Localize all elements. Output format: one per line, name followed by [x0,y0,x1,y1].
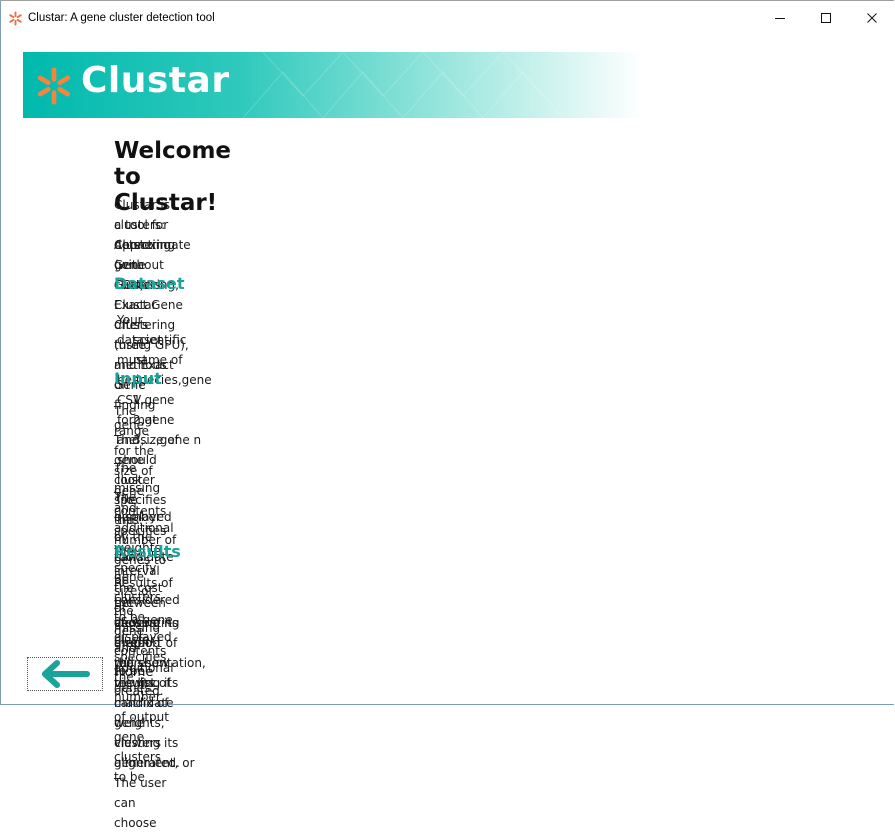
results-heading: Results [114,542,181,561]
back-button[interactable] [27,657,103,691]
logo-wordmark: Clustar [81,60,230,101]
clustar-logo-icon [9,11,22,26]
title-bar[interactable]: Clustar: A gene cluster detection tool [1,1,895,35]
close-button[interactable] [849,1,895,35]
header-banner: Clustar [23,52,643,118]
minimize-icon [775,18,785,19]
results-line: generating a report of the results. [114,616,180,690]
clustar-logo-icon [37,67,71,105]
minimize-button[interactable] [757,1,803,35]
input-heading: Input [114,369,162,388]
app-window: Clustar: A gene cluster detection tool C… [0,0,895,830]
window-title: Clustar: A gene cluster detection tool [28,12,215,24]
dataset-heading: Dataset [114,274,185,293]
maximize-icon [821,13,831,23]
home-label: Home [115,665,154,680]
maximize-button[interactable] [803,1,849,35]
close-icon [867,13,877,23]
arrow-left-icon [42,660,90,688]
